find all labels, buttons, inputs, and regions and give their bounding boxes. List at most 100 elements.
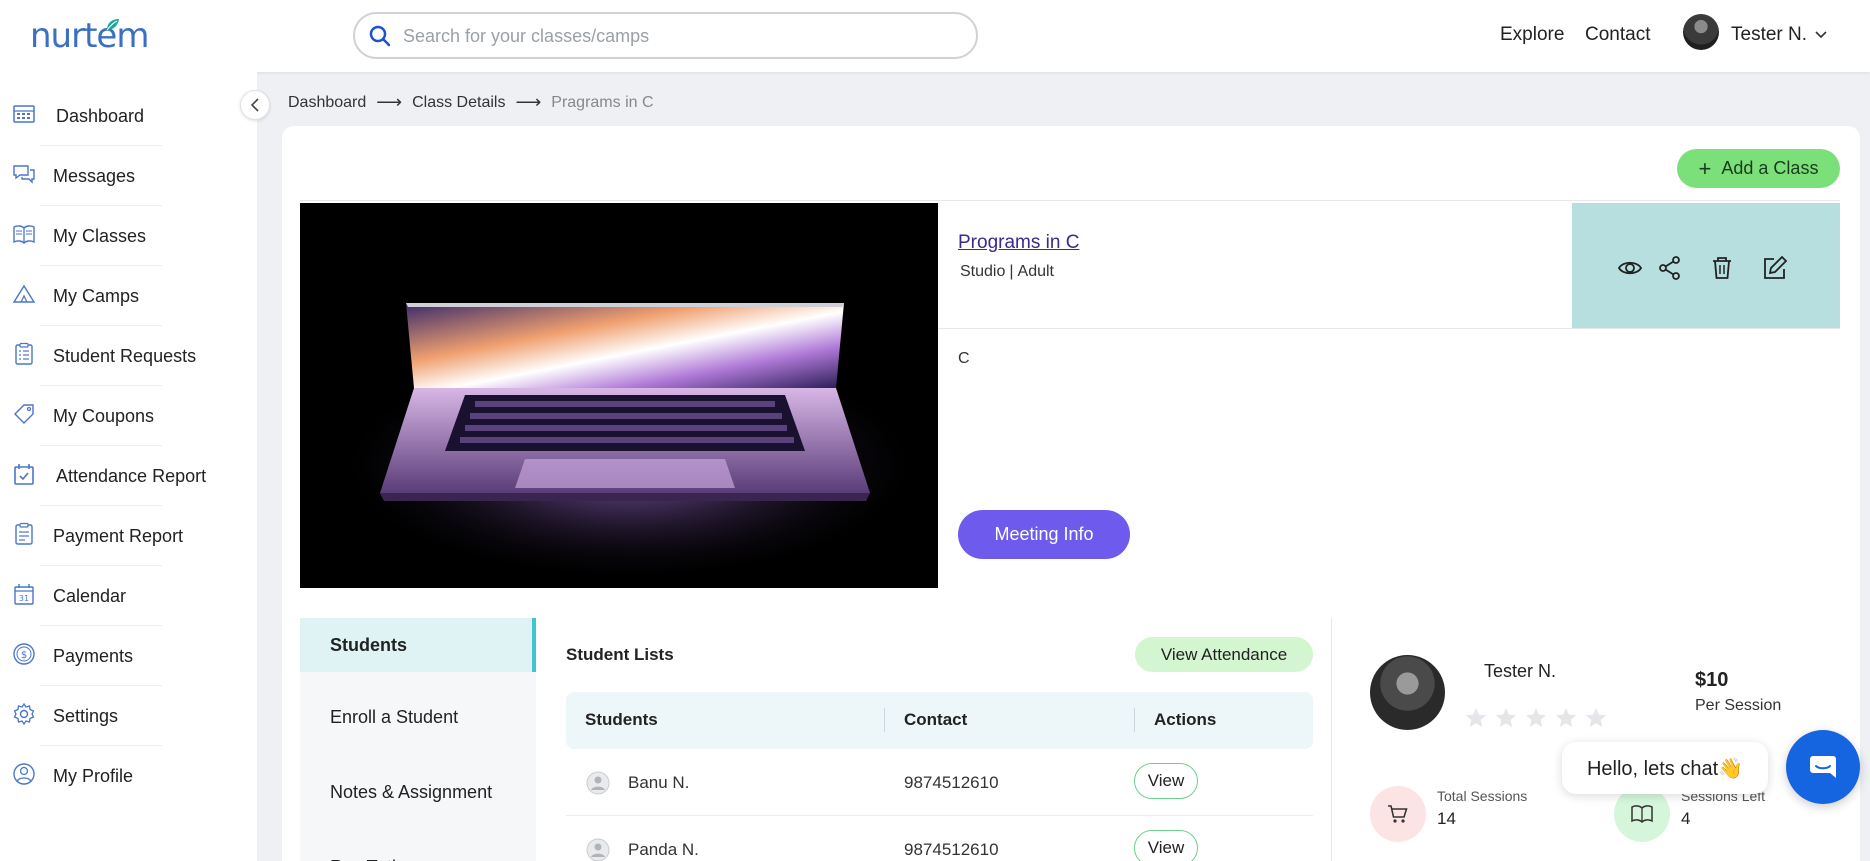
sidebar-item-my-coupons[interactable]: My Coupons [0, 386, 257, 446]
sidebar-item-settings[interactable]: Settings [0, 686, 257, 746]
laptop-illustration [300, 203, 938, 588]
total-sessions-value: 14 [1437, 809, 1456, 828]
breadcrumb-class-details[interactable]: Class Details [412, 94, 505, 112]
svg-text:31: 31 [19, 594, 29, 603]
sidebar-item-calendar[interactable]: 31 Calendar [0, 566, 257, 626]
user-icon [586, 838, 610, 861]
user-name[interactable]: Tester N. [1731, 24, 1807, 46]
star-icon [1526, 708, 1546, 727]
edit-icon[interactable] [1762, 255, 1788, 281]
divider [1331, 618, 1332, 861]
view-student-button[interactable]: View [1134, 763, 1198, 799]
sidebar-item-label: Payments [53, 646, 134, 666]
sidebar-item-attendance-report[interactable]: Attendance Report [0, 446, 257, 506]
eye-icon[interactable] [1617, 255, 1643, 281]
search-input[interactable] [403, 23, 963, 49]
add-class-label: Add a Class [1721, 158, 1819, 178]
leaf-icon [106, 19, 119, 31]
sidebar-item-my-profile[interactable]: My Profile [0, 746, 257, 806]
class-meta: Studio | Adult [960, 263, 1054, 281]
class-meta-separator: | [1009, 263, 1014, 280]
class-level: Adult [1017, 263, 1054, 280]
sessions-left-value: 4 [1681, 809, 1691, 828]
sidebar: Dashboard Messages My Classes My Camps S… [0, 72, 257, 861]
meeting-info-button[interactable]: Meeting Info [958, 510, 1130, 559]
sidebar-item-messages[interactable]: Messages [0, 146, 257, 206]
chevron-down-icon[interactable] [1815, 31, 1827, 39]
coin-icon: $ [13, 643, 35, 665]
column-header-students: Students [585, 710, 658, 729]
add-class-button[interactable]: + Add a Class [1677, 149, 1840, 188]
total-sessions-label: Total Sessions [1437, 788, 1528, 804]
tab-notes-assignment[interactable]: Notes & Assignment [300, 765, 536, 819]
sidebar-item-label: Calendar [53, 586, 127, 606]
clipboard-icon [15, 342, 33, 365]
cart-icon [1370, 786, 1426, 842]
star-icon [1466, 708, 1486, 727]
chat-greeting[interactable]: Hello, lets chat👋 [1562, 742, 1768, 794]
column-header-actions: Actions [1154, 710, 1217, 729]
sidebar-item-label: Dashboard [56, 106, 145, 126]
instructor-name: Tester N. [1484, 661, 1557, 681]
dashboard-icon [13, 105, 35, 123]
user-avatar[interactable] [1683, 14, 1719, 50]
sidebar-item-payment-report[interactable]: Payment Report [0, 506, 257, 566]
divider [300, 200, 1840, 201]
class-description: C [958, 350, 970, 367]
calendar-icon: 31 [14, 584, 34, 605]
arrow-right-icon: ⟶ [376, 92, 403, 112]
open-book-icon [1614, 786, 1670, 842]
report-icon [15, 522, 33, 545]
sidebar-item-label: Settings [53, 706, 119, 726]
nav-contact-link[interactable]: Contact [1585, 24, 1650, 46]
breadcrumb: Dashboard ⟶ Class Details ⟶ Pragrams in … [288, 92, 654, 113]
tab-rev-tutions[interactable]: Rev Tutions [300, 840, 536, 861]
sidebar-item-payments[interactable]: $ Payments [0, 626, 257, 686]
gear-icon [13, 702, 35, 726]
sidebar-item-label: My Classes [53, 226, 147, 246]
svg-text:$: $ [21, 650, 27, 661]
table-row: Panda N. 9874512610 View [566, 816, 1313, 861]
sidebar-item-label: Attendance Report [56, 466, 207, 486]
breadcrumb-current: Pragrams in C [551, 93, 654, 111]
breadcrumb-dashboard[interactable]: Dashboard [288, 94, 366, 112]
tag-icon [14, 404, 34, 424]
trash-icon[interactable] [1709, 255, 1735, 281]
chat-icon [1810, 756, 1836, 778]
sidebar-collapse-button[interactable] [240, 90, 270, 120]
class-type: Studio [960, 263, 1006, 280]
view-student-button[interactable]: View [1134, 830, 1198, 861]
instructor-avatar [1370, 655, 1445, 730]
search-icon [369, 25, 391, 47]
student-name: Banu N. [628, 773, 690, 792]
student-table-header: Students Contact Actions [566, 692, 1313, 749]
student-list-title: Student Lists [566, 645, 674, 664]
price-value: $10 [1695, 669, 1729, 691]
tab-students[interactable]: Students [300, 618, 536, 672]
sidebar-item-label: Messages [53, 166, 136, 186]
chat-launcher-button[interactable] [1786, 730, 1860, 804]
messages-icon [13, 165, 35, 184]
student-contact: 9874512610 [904, 840, 999, 859]
class-cover-image [300, 203, 938, 588]
search-box[interactable] [353, 12, 978, 59]
sidebar-item-my-camps[interactable]: My Camps [0, 266, 257, 326]
plus-icon: + [1698, 155, 1712, 181]
student-name: Panda N. [628, 840, 699, 859]
sidebar-item-label: My Coupons [53, 406, 155, 426]
sidebar-item-my-classes[interactable]: My Classes [0, 206, 257, 266]
class-title-link[interactable]: Programs in C [958, 232, 1079, 254]
nav-explore-link[interactable]: Explore [1500, 24, 1564, 46]
top-header: nurtem Explore Contact Tester N. [0, 0, 1870, 72]
tab-enroll-student[interactable]: Enroll a Student [300, 690, 536, 744]
column-header-contact: Contact [904, 710, 968, 729]
profile-icon [13, 763, 35, 785]
logo[interactable]: nurtem [30, 16, 149, 56]
share-icon[interactable] [1657, 255, 1683, 281]
sidebar-item-dashboard[interactable]: Dashboard [0, 86, 257, 146]
table-row: Banu N. 9874512610 View [566, 749, 1313, 816]
arrow-right-icon: ⟶ [515, 92, 542, 112]
chevron-left-icon [250, 98, 259, 112]
sidebar-item-student-requests[interactable]: Student Requests [0, 326, 257, 386]
view-attendance-button[interactable]: View Attendance [1135, 637, 1313, 672]
